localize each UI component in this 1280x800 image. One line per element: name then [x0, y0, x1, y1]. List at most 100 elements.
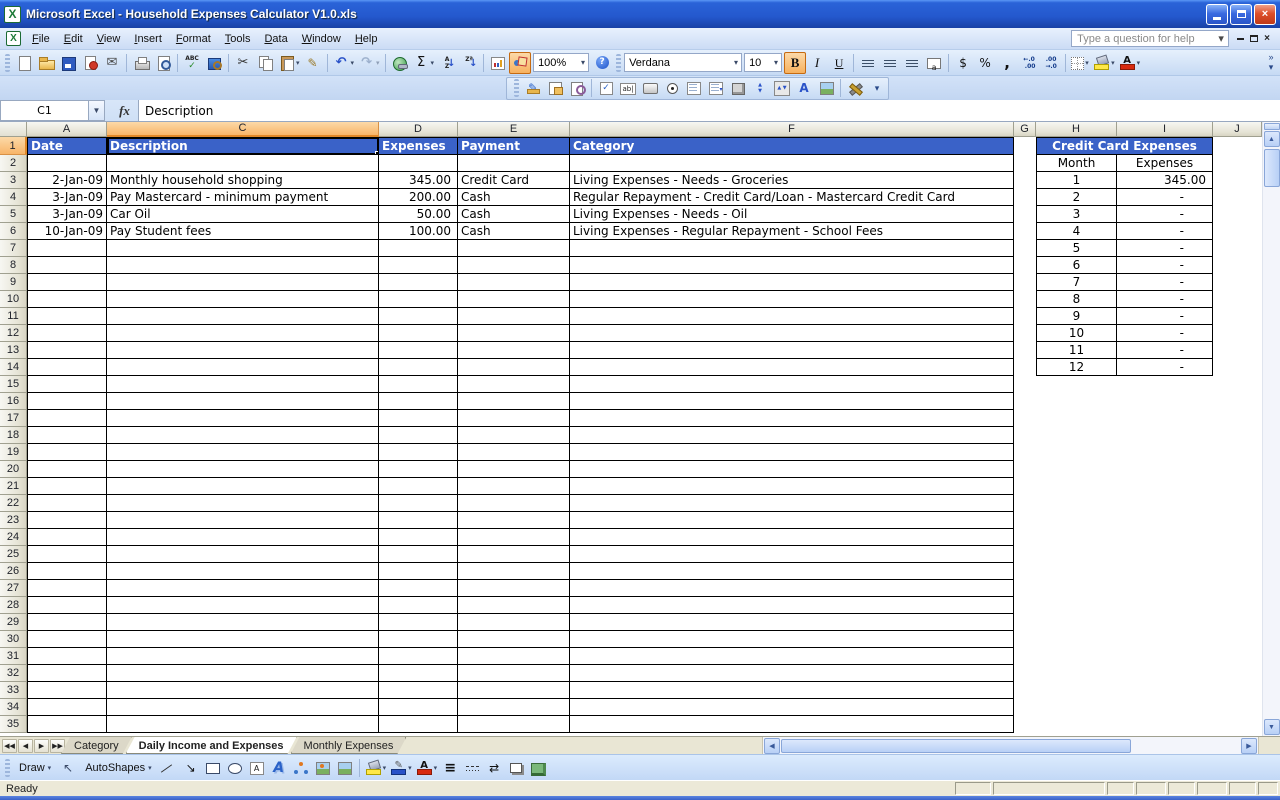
cell-F30[interactable]: [570, 631, 1014, 648]
split-handle[interactable]: [1264, 123, 1280, 130]
cut-button[interactable]: [232, 52, 254, 74]
cell-G20[interactable]: [1014, 461, 1036, 478]
cell-C3[interactable]: Monthly household shopping: [107, 172, 379, 189]
cell-F28[interactable]: [570, 597, 1014, 614]
cell-J16[interactable]: [1213, 393, 1262, 410]
cell-G8[interactable]: [1014, 257, 1036, 274]
cell-E22[interactable]: [458, 495, 570, 512]
cell-C1[interactable]: Description: [107, 137, 379, 155]
chevron-down-icon[interactable]: ▾: [1085, 59, 1089, 67]
cell-F23[interactable]: [570, 512, 1014, 529]
cell-A30[interactable]: [27, 631, 107, 648]
cell-E6[interactable]: Cash: [458, 223, 570, 240]
cell-D7[interactable]: [379, 240, 458, 257]
cell-E9[interactable]: [458, 274, 570, 291]
cell-H30[interactable]: [1036, 631, 1117, 648]
help-question-box[interactable]: Type a question for help ▾: [1071, 30, 1229, 47]
cell-J21[interactable]: [1213, 478, 1262, 495]
cell-A15[interactable]: [27, 376, 107, 393]
cell-E17[interactable]: [458, 410, 570, 427]
row-header-3[interactable]: 3: [0, 172, 27, 189]
cell-F32[interactable]: [570, 665, 1014, 682]
cell-A5[interactable]: 3-Jan-09: [27, 206, 107, 223]
cell-I7[interactable]: -: [1117, 240, 1213, 257]
column-header-G[interactable]: G: [1014, 122, 1036, 137]
draw-select-objects-button[interactable]: [57, 757, 79, 779]
row-header-33[interactable]: 33: [0, 682, 27, 699]
cell-E1[interactable]: Payment: [458, 137, 570, 155]
cell-H15[interactable]: [1036, 376, 1117, 393]
cell-A28[interactable]: [27, 597, 107, 614]
cell-F9[interactable]: [570, 274, 1014, 291]
draw-dash-style-button[interactable]: [461, 757, 483, 779]
cell-C20[interactable]: [107, 461, 379, 478]
cell-C30[interactable]: [107, 631, 379, 648]
cell-J1[interactable]: [1213, 137, 1262, 155]
cell-H34[interactable]: [1036, 699, 1117, 716]
font-size-combo[interactable]: 10▾: [744, 53, 782, 72]
draw-arrow-style-button[interactable]: [483, 757, 505, 779]
cell-E26[interactable]: [458, 563, 570, 580]
chevron-down-icon[interactable]: ▾: [376, 59, 380, 67]
cell-J3[interactable]: [1213, 172, 1262, 189]
cell-F27[interactable]: [570, 580, 1014, 597]
cell-D15[interactable]: [379, 376, 458, 393]
row-header-32[interactable]: 32: [0, 665, 27, 682]
font-color-button[interactable]: ▾: [1117, 52, 1143, 74]
row-header-31[interactable]: 31: [0, 648, 27, 665]
cell-J22[interactable]: [1213, 495, 1262, 512]
cell-D4[interactable]: 200.00: [379, 189, 458, 206]
cell-E18[interactable]: [458, 427, 570, 444]
cell-H32[interactable]: [1036, 665, 1117, 682]
chevron-down-icon[interactable]: ▾: [148, 764, 152, 772]
draw-menu-button[interactable]: Draw▾: [13, 759, 57, 777]
cell-C25[interactable]: [107, 546, 379, 563]
toggle-button-button[interactable]: [727, 77, 749, 99]
cell-F34[interactable]: [570, 699, 1014, 716]
cell-F25[interactable]: [570, 546, 1014, 563]
cell-G29[interactable]: [1014, 614, 1036, 631]
menu-window[interactable]: Window: [295, 30, 348, 48]
cell-F35[interactable]: [570, 716, 1014, 733]
formula-input[interactable]: Description: [139, 100, 1280, 121]
row-header-24[interactable]: 24: [0, 529, 27, 546]
cell-I26[interactable]: [1117, 563, 1213, 580]
cell-J35[interactable]: [1213, 716, 1262, 733]
cell-H9[interactable]: 7: [1036, 274, 1117, 291]
cell-H11[interactable]: 9: [1036, 308, 1117, 325]
scroll-down-button[interactable]: ▼: [1264, 719, 1280, 735]
cell-D22[interactable]: [379, 495, 458, 512]
cell-A33[interactable]: [27, 682, 107, 699]
cell-F15[interactable]: [570, 376, 1014, 393]
cell-E23[interactable]: [458, 512, 570, 529]
cell-I20[interactable]: [1117, 461, 1213, 478]
cell-G21[interactable]: [1014, 478, 1036, 495]
cell-F2[interactable]: [570, 155, 1014, 172]
cell-G1[interactable]: [1014, 137, 1036, 155]
toolbar-options-button[interactable]: »▾: [1264, 52, 1278, 73]
cell-F16[interactable]: [570, 393, 1014, 410]
cell-I4[interactable]: -: [1117, 189, 1213, 206]
row-header-12[interactable]: 12: [0, 325, 27, 342]
cell-J31[interactable]: [1213, 648, 1262, 665]
row-header-25[interactable]: 25: [0, 546, 27, 563]
draw-rectangle-button[interactable]: [202, 757, 224, 779]
cell-A3[interactable]: 2-Jan-09: [27, 172, 107, 189]
cell-G31[interactable]: [1014, 648, 1036, 665]
chart-wizard-button[interactable]: [487, 52, 509, 74]
cell-F24[interactable]: [570, 529, 1014, 546]
cell-H25[interactable]: [1036, 546, 1117, 563]
cell-D1[interactable]: Expenses: [379, 137, 458, 155]
open-button[interactable]: [35, 52, 57, 74]
cell-I31[interactable]: [1117, 648, 1213, 665]
cell-J9[interactable]: [1213, 274, 1262, 291]
name-box[interactable]: C1: [0, 100, 88, 121]
cell-H8[interactable]: 6: [1036, 257, 1117, 274]
cell-E28[interactable]: [458, 597, 570, 614]
cell-E2[interactable]: [458, 155, 570, 172]
text-box-button[interactable]: [617, 77, 639, 99]
cell-I2[interactable]: Expenses: [1117, 155, 1213, 172]
cell-G32[interactable]: [1014, 665, 1036, 682]
autosum-button[interactable]: ▾: [411, 52, 437, 74]
cell-D25[interactable]: [379, 546, 458, 563]
